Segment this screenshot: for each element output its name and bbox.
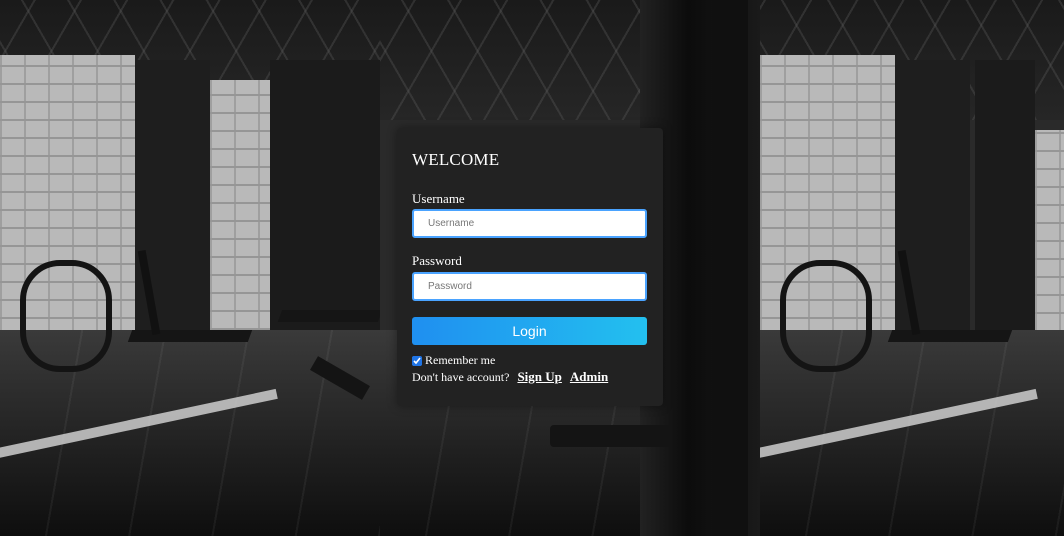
username-label: Username (412, 191, 465, 206)
background-tile-right (760, 0, 1064, 536)
login-button[interactable]: Login (412, 317, 647, 345)
password-input[interactable] (412, 272, 647, 301)
admin-link[interactable]: Admin (570, 369, 608, 384)
remember-me-label: Remember me (425, 353, 496, 367)
background-tile-left (0, 0, 380, 536)
remember-me[interactable]: Remember me (412, 353, 495, 368)
no-account-text: Don't have account? (412, 370, 510, 384)
username-input[interactable] (412, 209, 647, 238)
signup-link[interactable]: Sign Up (517, 369, 561, 384)
login-card: WELCOME Username Password Login Remember… (397, 128, 663, 406)
welcome-title: WELCOME (412, 150, 500, 169)
remember-me-checkbox[interactable] (412, 355, 422, 366)
account-row: Don't have account? Sign Up Admin (412, 369, 608, 385)
password-label: Password (412, 253, 462, 268)
